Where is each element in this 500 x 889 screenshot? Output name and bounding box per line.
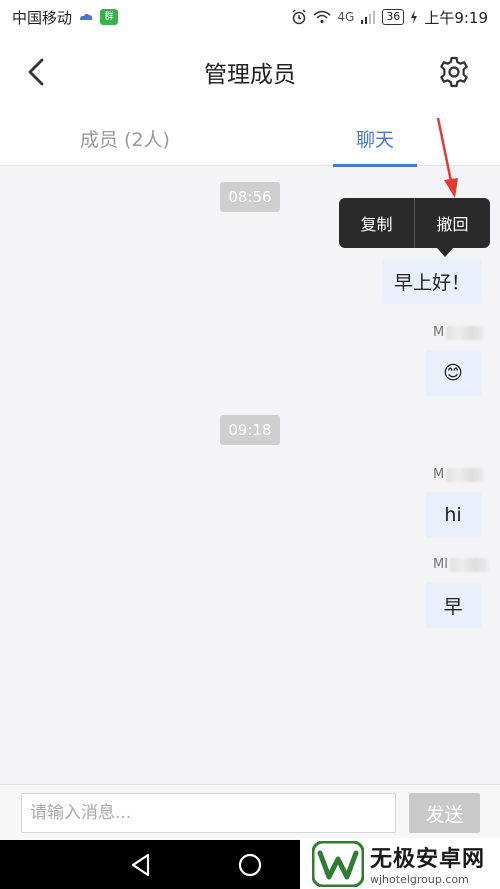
sender-name: M	[433, 467, 485, 482]
message-bubble[interactable]: 😊	[425, 350, 481, 396]
gear-icon	[440, 56, 468, 88]
message-bubble[interactable]: 早上好！	[383, 258, 481, 304]
battery-indicator: 36	[382, 9, 405, 25]
carrier-label: 中国移动	[12, 8, 73, 27]
sender-initial: M	[433, 467, 445, 482]
message-bubble[interactable]: 早	[425, 582, 481, 628]
status-bar: 中国移动 群 4G 36 上午9:19	[0, 0, 500, 34]
page-title: 管理成员	[204, 62, 296, 88]
send-button[interactable]: 发送	[409, 793, 480, 833]
sender-blurred	[450, 557, 489, 572]
cloud-icon	[80, 13, 93, 20]
watermark-title: 无极安卓网	[370, 847, 486, 872]
signal-icon	[361, 11, 376, 24]
alarm-icon	[292, 9, 306, 25]
chat-area[interactable]: 08:56 早上好！ M 😊 09:18 M hi MI 早	[0, 167, 500, 784]
message-input[interactable]	[21, 793, 396, 833]
timestamp-pill: 08:56	[220, 182, 280, 212]
charging-icon	[411, 10, 418, 24]
network-type-label: 4G	[337, 10, 355, 24]
watermark: 无极安卓网 wjhotelgroup.com	[300, 838, 500, 889]
tab-chat[interactable]: 聊天	[333, 110, 417, 166]
nav-back-icon[interactable]	[126, 850, 156, 880]
sender-initial: M	[433, 325, 445, 340]
sender-initial: MI	[433, 557, 449, 572]
nav-home-icon[interactable]	[235, 850, 265, 880]
sender-name: M	[433, 325, 485, 340]
clock-label: 上午9:19	[424, 8, 488, 27]
sender-name: MI	[433, 557, 489, 572]
watermark-url: wjhotelgroup.com	[370, 873, 469, 886]
back-button[interactable]	[18, 52, 54, 92]
message-bubble[interactable]: hi	[425, 492, 481, 538]
wifi-icon	[313, 10, 331, 24]
message-context-menu: 复制 撤回	[339, 198, 490, 257]
copy-menu-item[interactable]: 复制	[339, 198, 414, 248]
app-header: 管理成员	[0, 34, 500, 110]
watermark-logo-icon	[312, 840, 364, 887]
sender-blurred	[446, 467, 485, 482]
app-notification-icon: 群	[100, 9, 119, 25]
recall-menu-item[interactable]: 撤回	[415, 198, 490, 248]
tab-bar: 成员 (2人) 聊天	[0, 110, 500, 167]
message-input-bar: 发送	[0, 784, 500, 840]
chevron-left-icon	[28, 58, 44, 86]
settings-button[interactable]	[436, 54, 472, 90]
timestamp-pill: 09:18	[220, 415, 280, 445]
tab-members[interactable]: 成员 (2人)	[40, 110, 210, 166]
sender-blurred	[446, 325, 485, 340]
